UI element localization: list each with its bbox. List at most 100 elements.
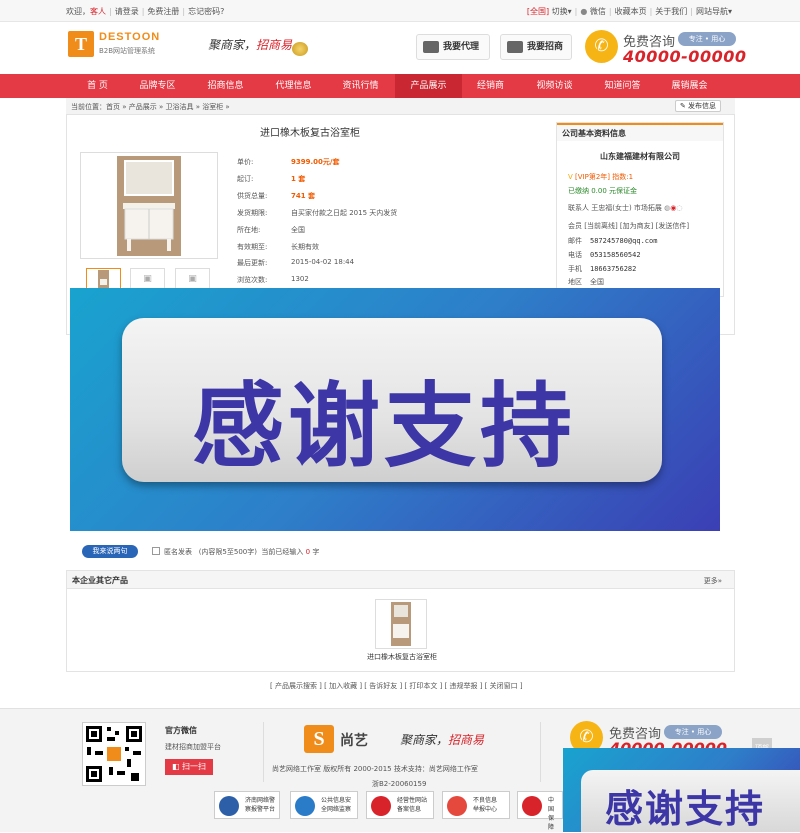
focus-pill: 专注 • 用心: [678, 32, 736, 46]
guarantee-icon: [522, 796, 542, 816]
nav-expo[interactable]: 展销展会: [656, 74, 723, 98]
handshake-icon: [507, 40, 523, 53]
footer-divider: [263, 722, 264, 782]
nav-agent[interactable]: 代理信息: [260, 74, 327, 98]
scan-button[interactable]: ◧ 扫一扫: [165, 759, 213, 775]
chevron-down-icon: ▾: [567, 7, 572, 16]
other-products-title: 本企业其它产品 更多»: [67, 571, 734, 589]
agent-button[interactable]: 我要代理: [416, 34, 490, 60]
deposit-info: 已缴纳 0.00 元保证金: [568, 187, 638, 195]
field-label: 浏览次数:: [237, 276, 268, 284]
product-image[interactable]: [80, 152, 218, 259]
member-actions[interactable]: 会员 [当前离线] [加为商友] [发送信件]: [568, 221, 689, 231]
nav-news[interactable]: 资讯行情: [327, 74, 394, 98]
breadcrumb[interactable]: 当前位置：首页 » 产品展示 » 卫浴洁具 » 浴室柜 »: [71, 102, 230, 112]
image-placeholder-icon: ▣: [188, 274, 197, 284]
field-label: 最后更新:: [237, 259, 268, 267]
comment-button[interactable]: 我来说两句: [82, 545, 138, 558]
thanks-overlay: 感谢支持: [70, 288, 720, 531]
anonymous-checkbox[interactable]: [152, 547, 160, 555]
tel-row: 电话 053158560542: [568, 251, 641, 259]
field-value: 2015-04-02 18:44: [291, 258, 355, 266]
emblem-icon: [371, 796, 391, 816]
contact-person: 联系人 王忠福(女士) 市场拓展 ◍◉◌: [568, 204, 683, 212]
thanks-overlay-card: 感谢支持: [122, 318, 662, 482]
field-value: 自买家付款之日起 2015 天内发货: [291, 209, 398, 217]
more-link[interactable]: 更多»: [704, 576, 722, 586]
filing-badge[interactable]: 经营性网站 备案信息: [366, 791, 434, 819]
qr-code-icon: [82, 722, 146, 786]
register-link[interactable]: 免费注册: [147, 7, 179, 16]
nav-video[interactable]: 视频访谈: [521, 74, 588, 98]
header-slogan: 聚商家，招商易: [208, 38, 293, 52]
thumbnail-2[interactable]: ▣: [130, 268, 165, 290]
publish-button[interactable]: ✎ 发布信息: [675, 100, 721, 112]
edit-icon: ✎: [679, 102, 686, 110]
nav-dealers[interactable]: 经销商: [457, 74, 524, 98]
wechat-subtitle: 建材招商加盟平台: [165, 743, 221, 751]
nav-invest[interactable]: 招商信息: [192, 74, 259, 98]
field-value: 741 套: [291, 192, 316, 200]
brand-name[interactable]: 尚艺: [340, 730, 368, 750]
field-value: 长期有效: [291, 243, 319, 251]
page-actions[interactable]: [ 产品展示搜索 ] [ 加入收藏 ] [ 告诉好友 ] [ 打印本文 ] [ …: [270, 681, 523, 691]
breadcrumb-bar: 当前位置：首页 » 产品展示 » 卫浴洁具 » 浴室柜 » ✎ 发布信息: [66, 98, 735, 115]
favorite-link[interactable]: 收藏本页: [615, 7, 647, 16]
field-value: 1 套: [291, 175, 306, 183]
other-product-image[interactable]: [375, 599, 427, 649]
thumbnail-1[interactable]: [86, 268, 121, 290]
image-placeholder-icon: ▣: [143, 274, 152, 284]
brand-logo-icon[interactable]: S: [304, 725, 334, 753]
wechat-link[interactable]: 微信: [590, 7, 606, 16]
region-link[interactable]: [全国]: [527, 7, 549, 16]
phone-icon: ✆: [585, 30, 618, 63]
switch-region-link[interactable]: 切换: [552, 7, 568, 16]
email-row: 邮件 587245780@qq.com: [568, 237, 658, 245]
other-product-caption[interactable]: 进口橡木板复古浴室柜: [367, 652, 437, 662]
top-bar-right: [全国] 切换▾ | ● 微信 | 收藏本页 | 关于我们 | 网站导航▾: [526, 7, 732, 16]
invest-button[interactable]: 我要招商: [500, 34, 572, 60]
thanks-text: 感谢支持: [192, 373, 577, 480]
company-panel-title: 公司基本资料信息: [557, 123, 723, 141]
company-panel: 公司基本资料信息 山东建福建材有限公司 V [VIP第2年] 指数:1 已缴纳 …: [556, 122, 724, 297]
vip-badge: V [VIP第2年] 指数:1: [568, 173, 634, 181]
police-icon: [219, 796, 239, 816]
about-link[interactable]: 关于我们: [655, 7, 687, 16]
police-badge[interactable]: 济南网络警 察报警平台: [214, 791, 280, 819]
nav-products[interactable]: 产品展示: [395, 74, 462, 98]
site-nav-link[interactable]: 网站导航: [696, 7, 728, 16]
top-bar-left: 欢迎，客人 | 请登录 | 免费注册 | 忘记密码?: [66, 7, 225, 16]
report-badge[interactable]: 不良信息 举报中心: [442, 791, 510, 819]
thumbnail-3[interactable]: ▣: [175, 268, 210, 290]
shop-icon: [423, 40, 439, 53]
security-badge[interactable]: 公共信息安 全网络监察: [290, 791, 358, 819]
vip-icon: V: [568, 173, 573, 181]
field-label: 有效期至:: [237, 243, 268, 251]
guarantee-badge[interactable]: 中国 保障: [517, 791, 563, 831]
login-link[interactable]: 请登录: [115, 7, 139, 16]
icp-number[interactable]: 浙B2-20060159: [372, 779, 426, 789]
top-bar: 欢迎，客人 | 请登录 | 免费注册 | 忘记密码? [全国] 切换▾ | ● 微信 | 收藏本页 |…: [0, 0, 800, 22]
logo-name[interactable]: DESTOON: [99, 31, 160, 43]
nav-qa[interactable]: 知道问答: [589, 74, 656, 98]
copyright: 尚艺网络工作室 版权所有 2000-2015 技术支持：尚艺网络工作室: [272, 765, 478, 773]
field-value: 全国: [291, 226, 305, 234]
guest-link[interactable]: 客人: [90, 7, 106, 16]
thanks-text-small: 感谢支持: [605, 787, 766, 831]
forgot-password-link[interactable]: 忘记密码?: [188, 7, 224, 16]
company-name[interactable]: 山东建福建材有限公司: [557, 151, 723, 162]
field-value: 9399.00元/套: [291, 158, 340, 166]
footer-slogan: 聚商家，招商易: [400, 733, 485, 747]
report-icon: [447, 796, 467, 816]
field-label: 所在地:: [237, 226, 261, 234]
nav-brand[interactable]: 品牌专区: [124, 74, 191, 98]
wechat-title: 官方微信: [165, 726, 197, 735]
coins-icon: [292, 42, 308, 56]
main-nav: 首 页 品牌专区 招商信息 代理信息 资讯行情 产品展示 经销商 视频访谈 知道…: [0, 74, 800, 98]
comment-bar: 我来说两句 匿名发表 (内容限5至500字) 当前已经输入 0 字: [82, 545, 482, 559]
thanks-overlay-small-card: 感谢支持: [581, 770, 800, 832]
field-value: 1302: [291, 275, 309, 283]
nav-home[interactable]: 首 页: [64, 74, 131, 98]
field-label: 发货期限:: [237, 209, 268, 217]
logo-icon[interactable]: T: [68, 31, 94, 57]
